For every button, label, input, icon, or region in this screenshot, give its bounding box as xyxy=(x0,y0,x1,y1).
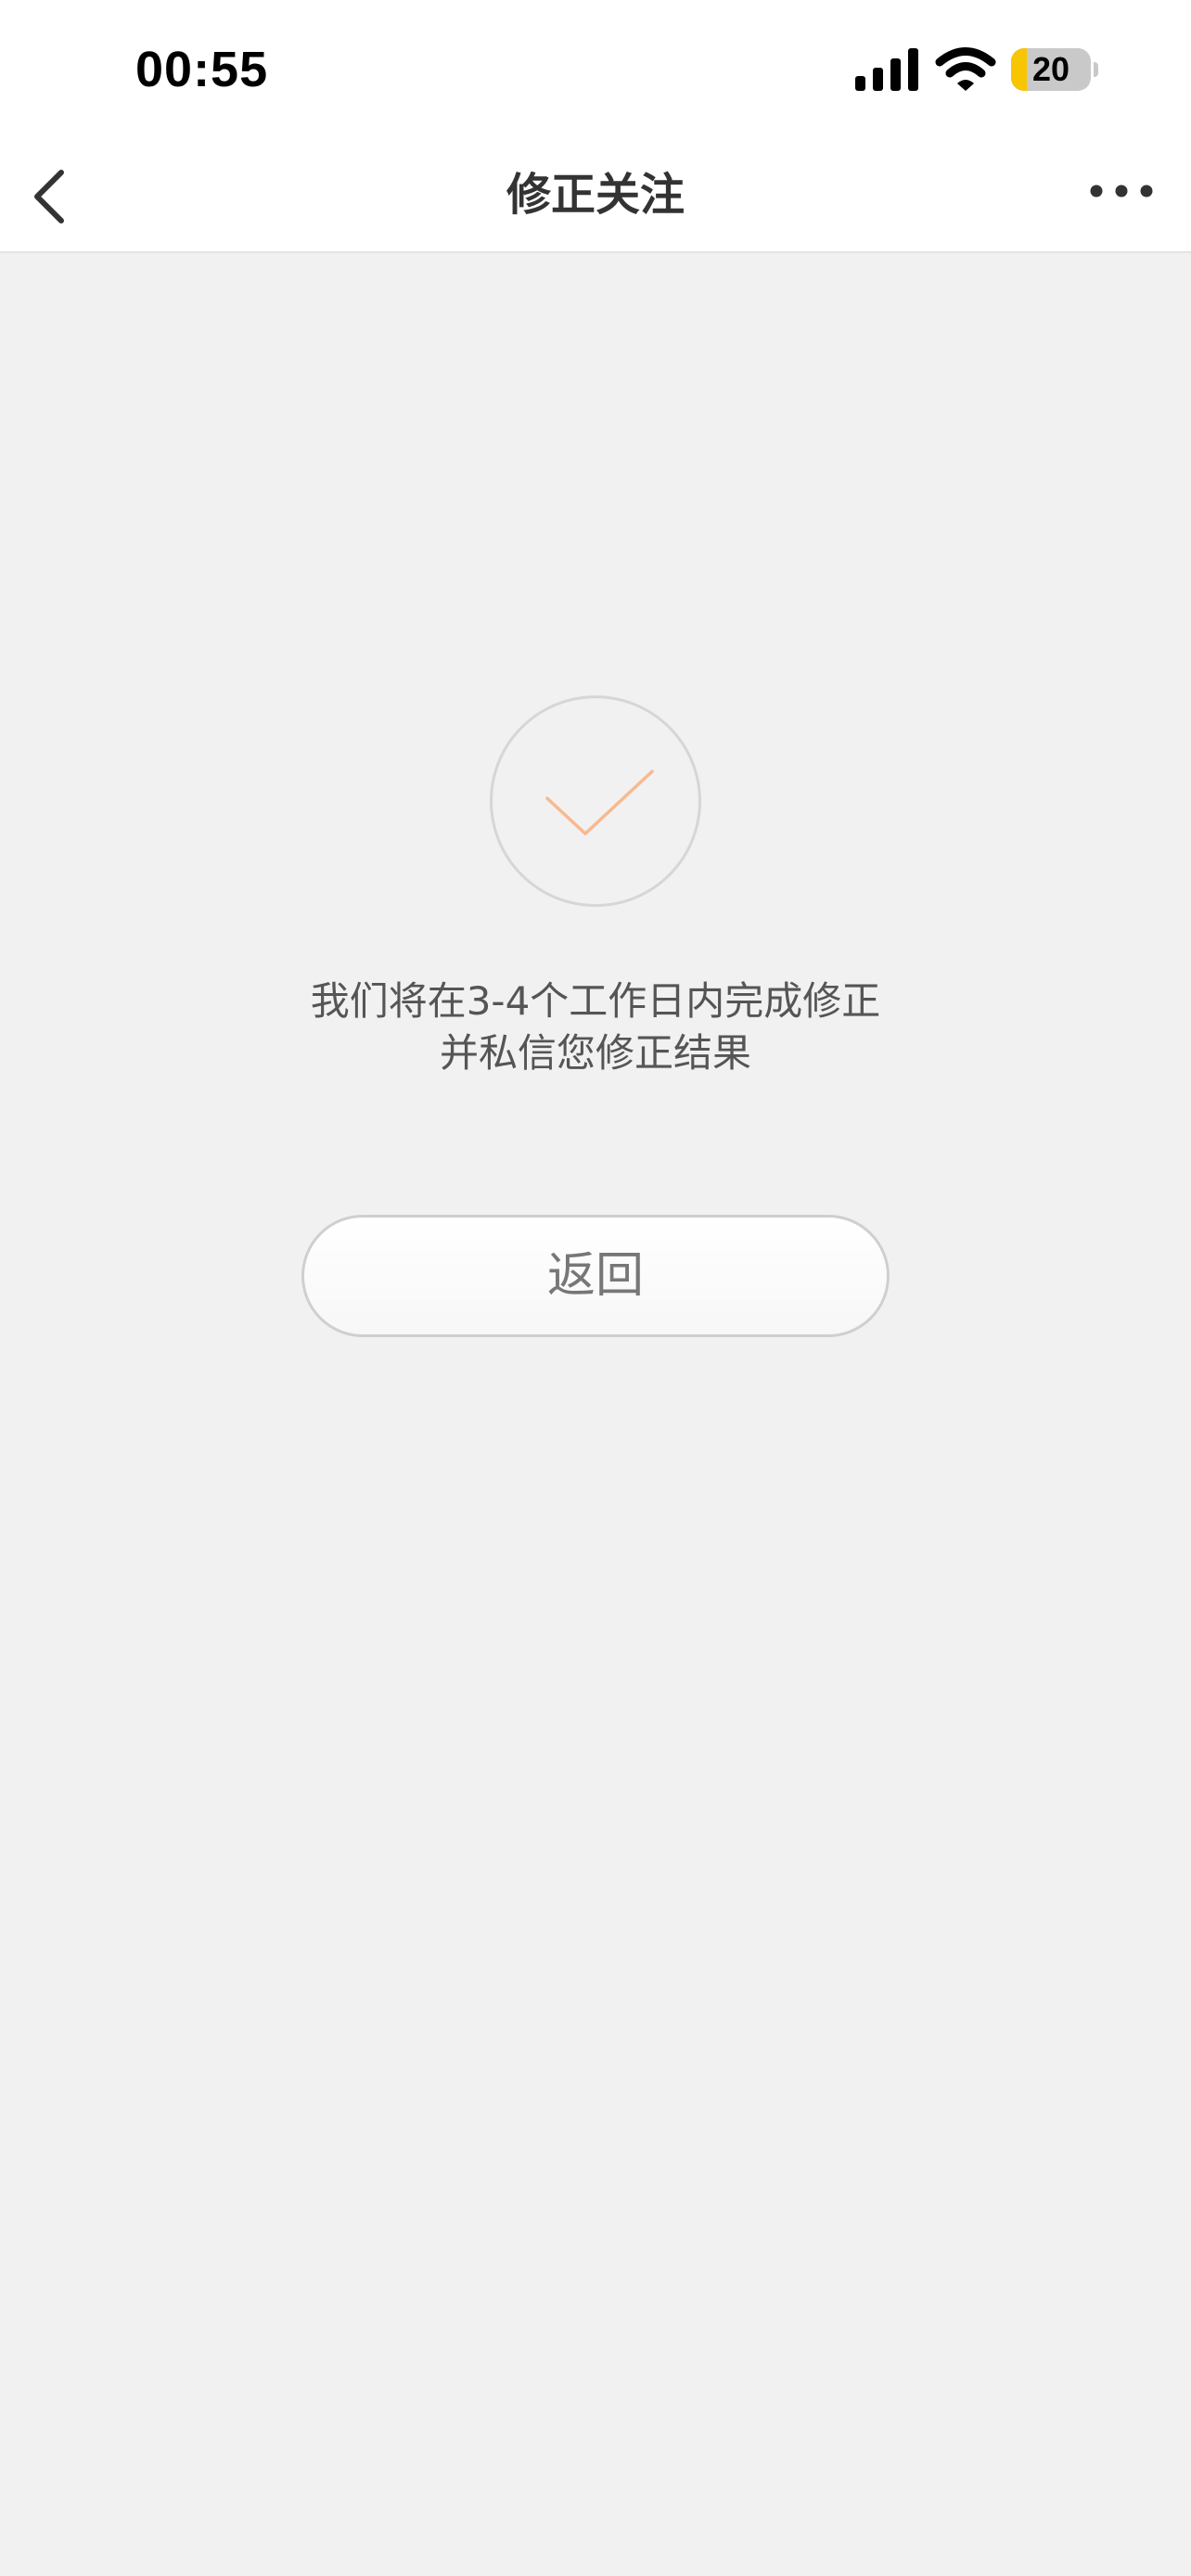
signal-icon xyxy=(855,48,918,91)
result-message-line2: 并私信您修正结果 xyxy=(439,1030,751,1076)
page-title: 修正关注 xyxy=(506,169,685,221)
wifi-icon xyxy=(935,47,996,91)
battery-level: 20 xyxy=(1031,50,1070,88)
battery-body: 20 xyxy=(1011,48,1091,91)
status-bar: 00:55 20 xyxy=(0,0,1191,139)
nav-bar: 修正关注 xyxy=(0,139,1191,253)
more-horizontal-icon xyxy=(1090,185,1153,198)
result-message-line1: 我们将在3-4个工作日内完成修正 xyxy=(310,978,881,1024)
check-icon xyxy=(545,770,654,835)
return-button[interactable]: 返回 xyxy=(301,1215,890,1337)
status-time: 00:55 xyxy=(135,42,269,97)
battery-icon: 20 xyxy=(1011,48,1098,91)
more-button[interactable] xyxy=(1076,158,1178,232)
screen: 00:55 20 修正关注 我们将在3-4个工作日内完成修正 并私信您修正结果 … xyxy=(0,0,1191,2576)
success-circle xyxy=(490,695,701,907)
battery-tip xyxy=(1094,62,1098,77)
